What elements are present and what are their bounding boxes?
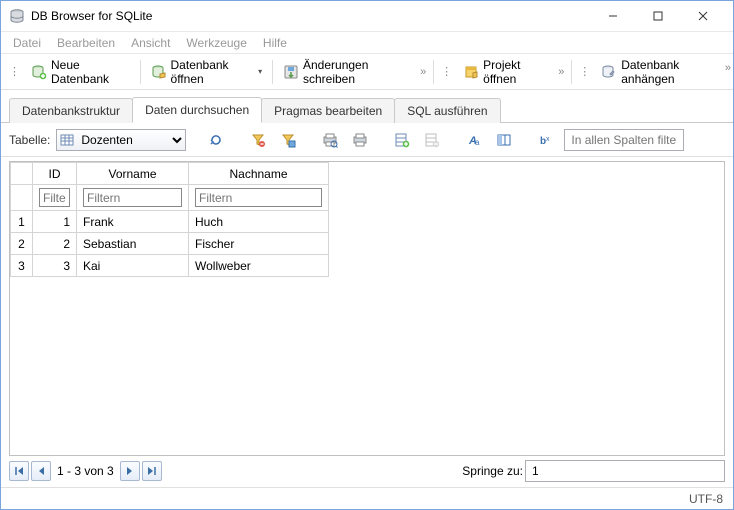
filter-id-input[interactable] xyxy=(39,188,70,207)
cell-vorname[interactable]: Sebastian xyxy=(77,233,189,255)
jump-to-input[interactable] xyxy=(525,460,725,482)
table-row[interactable]: 1 1 Frank Huch xyxy=(11,211,329,233)
database-new-icon xyxy=(31,64,47,80)
jump-to-label: Springe zu: xyxy=(462,464,523,478)
separator xyxy=(272,60,273,84)
table-select[interactable]: Dozenten xyxy=(56,129,186,151)
insert-record-button[interactable] xyxy=(390,128,414,152)
tab-structure[interactable]: Datenbankstruktur xyxy=(9,98,133,123)
close-button[interactable] xyxy=(680,2,725,31)
table-row[interactable]: 2 2 Sebastian Fischer xyxy=(11,233,329,255)
print-button[interactable] xyxy=(348,128,372,152)
first-page-button[interactable] xyxy=(9,461,29,481)
cell-id[interactable]: 2 xyxy=(33,233,77,255)
tab-browse-data[interactable]: Daten durchsuchen xyxy=(132,97,262,123)
attach-database-button[interactable]: Datenbank anhängen xyxy=(594,53,729,91)
new-database-button[interactable]: Neue Datenbank xyxy=(24,53,137,91)
column-header-id[interactable]: ID xyxy=(33,163,77,185)
text-format-button[interactable]: Aa xyxy=(462,128,486,152)
toolbar-overflow[interactable]: » xyxy=(725,62,731,74)
filter-row-header xyxy=(11,185,33,211)
prev-page-button[interactable] xyxy=(31,461,51,481)
filter-nachname-input[interactable] xyxy=(195,188,322,207)
button-label: Datenbank öffnen xyxy=(171,58,253,86)
filter-all-input[interactable] xyxy=(564,129,684,151)
menu-ansicht[interactable]: Ansicht xyxy=(125,34,176,52)
menu-hilfe[interactable]: Hilfe xyxy=(257,34,293,52)
data-grid[interactable]: ID Vorname Nachname 1 1 Frank Huch 2 2 S… xyxy=(9,161,725,456)
database-attach-icon xyxy=(601,64,617,80)
cell-vorname[interactable]: Kai xyxy=(77,255,189,277)
button-label: Änderungen schreiben xyxy=(303,58,409,86)
write-changes-button[interactable]: Änderungen schreiben xyxy=(276,53,416,91)
open-database-button[interactable]: Datenbank öffnen ▾ xyxy=(144,53,270,91)
toolbar-grip: ⋮ xyxy=(437,65,456,78)
row-number: 3 xyxy=(11,255,33,277)
toolbar-grip: ⋮ xyxy=(575,65,594,78)
filter-vorname-input[interactable] xyxy=(83,188,182,207)
cell-id[interactable]: 1 xyxy=(33,211,77,233)
cell-nachname[interactable]: Huch xyxy=(189,211,329,233)
record-range: 1 - 3 von 3 xyxy=(57,464,114,478)
separator xyxy=(433,60,434,84)
print-preview-button[interactable] xyxy=(318,128,342,152)
table-row[interactable]: 3 3 Kai Wollweber xyxy=(11,255,329,277)
window-title: DB Browser for SQLite xyxy=(31,9,590,23)
refresh-button[interactable] xyxy=(204,128,228,152)
cell-vorname[interactable]: Frank xyxy=(77,211,189,233)
database-open-icon xyxy=(151,64,167,80)
save-filter-button[interactable] xyxy=(276,128,300,152)
cell-nachname[interactable]: Fischer xyxy=(189,233,329,255)
tab-pragmas[interactable]: Pragmas bearbeiten xyxy=(261,98,395,123)
toolbar-overflow[interactable]: » xyxy=(554,66,568,78)
button-label: Projekt öffnen xyxy=(483,58,547,86)
button-label: Neue Datenbank xyxy=(51,58,130,86)
maximize-button[interactable] xyxy=(635,2,680,31)
next-page-button[interactable] xyxy=(120,461,140,481)
column-header-vorname[interactable]: Vorname xyxy=(77,163,189,185)
toolbar-overflow[interactable]: » xyxy=(416,66,430,78)
dropdown-arrow-icon: ▾ xyxy=(258,67,262,76)
open-project-button[interactable]: Projekt öffnen xyxy=(456,53,554,91)
blob-button[interactable]: bx xyxy=(534,128,558,152)
separator xyxy=(140,60,141,84)
column-display-button[interactable] xyxy=(492,128,516,152)
row-number: 2 xyxy=(11,233,33,255)
corner-cell xyxy=(11,163,33,185)
app-icon xyxy=(9,8,25,24)
svg-text:a: a xyxy=(475,138,480,147)
cell-id[interactable]: 3 xyxy=(33,255,77,277)
toolbar-grip: ⋮ xyxy=(5,65,24,78)
last-page-button[interactable] xyxy=(142,461,162,481)
row-number: 1 xyxy=(11,211,33,233)
menu-werkzeuge[interactable]: Werkzeuge xyxy=(180,34,252,52)
cell-nachname[interactable]: Wollweber xyxy=(189,255,329,277)
menu-bearbeiten[interactable]: Bearbeiten xyxy=(51,34,121,52)
project-open-icon xyxy=(463,64,479,80)
status-encoding: UTF-8 xyxy=(689,492,723,506)
delete-record-button[interactable] xyxy=(420,128,444,152)
button-label: Datenbank anhängen xyxy=(621,58,722,86)
minimize-button[interactable] xyxy=(590,2,635,31)
save-icon xyxy=(283,64,299,80)
separator xyxy=(571,60,572,84)
svg-text:x: x xyxy=(546,136,550,143)
clear-filters-button[interactable] xyxy=(246,128,270,152)
menu-datei[interactable]: Datei xyxy=(7,34,47,52)
table-label: Tabelle: xyxy=(9,133,50,147)
tab-execute-sql[interactable]: SQL ausführen xyxy=(394,98,500,123)
column-header-nachname[interactable]: Nachname xyxy=(189,163,329,185)
